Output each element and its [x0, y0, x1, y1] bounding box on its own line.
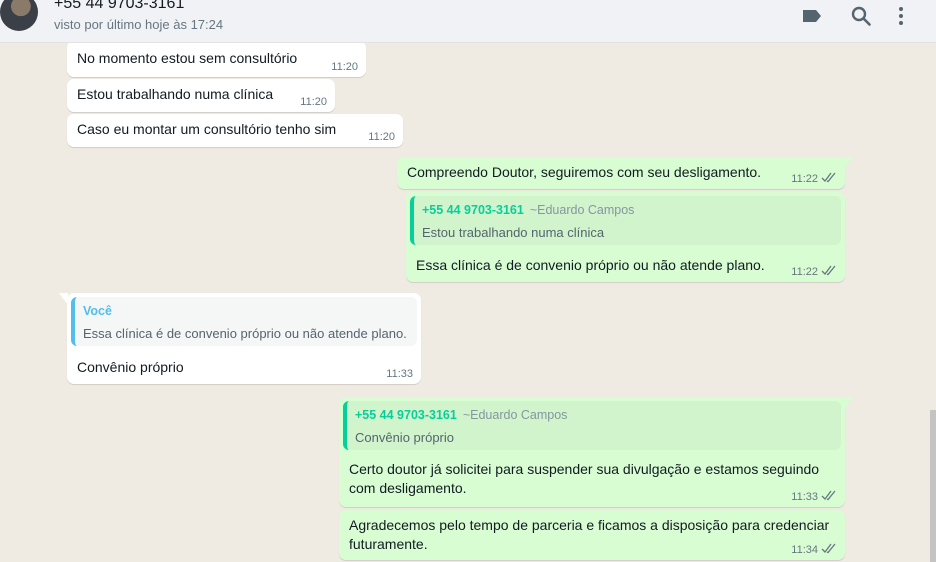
quoted-author: Você	[83, 304, 112, 318]
quoted-text: Estou trabalhando numa clínica	[422, 225, 605, 240]
chat-header: +55 44 9703-3161 visto por último hoje à…	[0, 0, 936, 43]
read-ticks-icon	[821, 543, 836, 554]
message-text: Caso eu montar um consultório tenho sim	[77, 121, 337, 137]
quoted-pushname: ~Eduardo Campos	[462, 408, 568, 422]
quoted-author: +55 44 9703-3161	[355, 408, 457, 422]
outgoing-message[interactable]: Agradecemos pelo tempo de parceria e fic…	[339, 510, 845, 560]
quoted-message[interactable]: Você Essa clínica é de convenio próprio …	[71, 297, 417, 346]
outgoing-message[interactable]: Compreendo Doutor, seguiremos com seu de…	[397, 157, 853, 189]
message-text: No momento estou sem consultório	[77, 50, 298, 66]
incoming-message[interactable]: Caso eu montar um consultório tenho sim …	[67, 114, 403, 147]
last-seen-status: visto por último hoje às 17:24	[54, 17, 224, 32]
message-time: 11:34	[791, 543, 837, 556]
message-text: Certo doutor já solicitei para suspender…	[349, 461, 820, 496]
incoming-message[interactable]: No momento estou sem consultório 11:20	[67, 43, 366, 77]
message-text: Agradecemos pelo tempo de parceria e fic…	[349, 517, 830, 552]
search-icon[interactable]	[849, 4, 873, 28]
message-text: Estou trabalhando numa clínica	[77, 86, 274, 102]
more-vertical-icon[interactable]	[889, 4, 913, 28]
quoted-text: Essa clínica é de convenio próprio ou nã…	[83, 326, 407, 341]
message-time: 11:22	[791, 265, 837, 278]
quoted-text: Convênio próprio	[355, 430, 455, 445]
outgoing-message[interactable]: +55 44 9703-3161 ~Eduardo Campos Convênio…	[339, 397, 853, 507]
message-text: Essa clínica é de convenio próprio ou nã…	[416, 257, 765, 273]
message-time: 11:20	[331, 61, 358, 73]
message-time: 11:20	[368, 131, 395, 143]
read-ticks-icon	[821, 490, 836, 501]
quoted-message[interactable]: +55 44 9703-3161 ~Eduardo Campos Estou tr…	[410, 196, 841, 245]
message-time: 11:20	[300, 96, 327, 108]
read-ticks-icon	[821, 172, 836, 183]
incoming-message[interactable]: Você Essa clínica é de convenio próprio …	[59, 293, 421, 384]
message-list[interactable]: No momento estou sem consultório 11:20 E…	[0, 43, 936, 562]
quoted-pushname: ~Eduardo Campos	[529, 203, 635, 217]
incoming-message[interactable]: Estou trabalhando numa clínica 11:20	[67, 79, 335, 112]
read-ticks-icon	[821, 265, 836, 276]
quoted-message[interactable]: +55 44 9703-3161 ~Eduardo Campos Convênio…	[343, 401, 841, 450]
label-icon[interactable]	[800, 4, 824, 28]
bubble-tail	[844, 157, 853, 169]
bubble-tail	[844, 397, 853, 409]
message-time: 11:33	[386, 368, 413, 380]
message-time: 11:22	[791, 172, 837, 185]
quoted-author: +55 44 9703-3161	[422, 203, 524, 217]
scrollbar-thumb[interactable]	[930, 410, 936, 562]
message-time: 11:33	[791, 490, 837, 503]
contact-name[interactable]: +55 44 9703-3161	[54, 0, 184, 13]
outgoing-message[interactable]: +55 44 9703-3161 ~Eduardo Campos Estou tr…	[406, 192, 845, 282]
message-text: Compreendo Doutor, seguiremos com seu de…	[407, 164, 762, 180]
bubble-tail	[59, 293, 68, 305]
message-text: Convênio próprio	[77, 359, 184, 375]
avatar[interactable]	[0, 0, 38, 31]
